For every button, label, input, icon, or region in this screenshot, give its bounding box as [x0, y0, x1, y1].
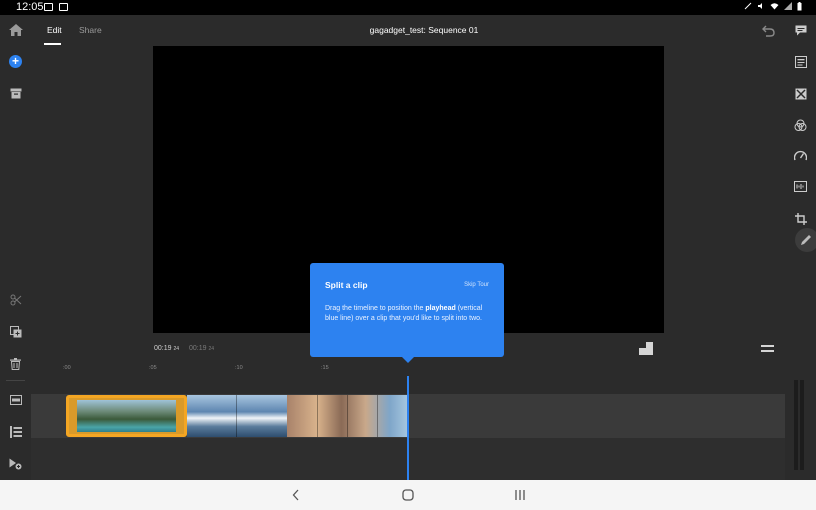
clip-thumbnail — [77, 400, 176, 432]
frame-divider — [236, 395, 237, 437]
wifi-icon — [770, 3, 779, 10]
status-system-icons — [744, 2, 802, 11]
audio-button[interactable] — [792, 178, 809, 195]
duration-time: 00:19 24 — [189, 345, 215, 352]
image-icon — [59, 3, 68, 11]
comment-icon — [795, 25, 806, 36]
playhead[interactable] — [407, 376, 409, 480]
frame-divider — [347, 395, 348, 437]
tour-tooltip: Split a clip Skip Tour Drag the timeline… — [310, 263, 504, 357]
titles-button[interactable] — [792, 53, 809, 70]
top-bar: Edit Share gagadget_test: Sequence 01 — [0, 15, 816, 46]
tick-label: :00 — [63, 365, 71, 371]
nfc-icon — [744, 2, 752, 10]
signal-icon — [784, 2, 792, 10]
audio-level-meter — [794, 380, 804, 470]
crop-icon — [794, 212, 807, 225]
audio-icon — [794, 181, 807, 192]
battery-icon — [797, 2, 802, 11]
recents-button[interactable] — [513, 488, 527, 502]
timeline-ruler[interactable]: :00 :05 :10 :15 — [31, 362, 785, 376]
color-button[interactable] — [792, 117, 809, 134]
speed-icon — [794, 150, 807, 161]
status-bar: 12:05 — [0, 0, 816, 15]
tooltip-body: Drag the timeline to position the playhe… — [325, 305, 483, 322]
track-icon — [9, 394, 22, 405]
archive-icon — [10, 88, 21, 99]
tick-label: :15 — [321, 365, 329, 371]
pencil-icon — [801, 235, 811, 245]
status-time: 12:05 — [16, 1, 44, 13]
titles-icon — [794, 55, 807, 68]
trash-icon — [10, 357, 21, 370]
back-button[interactable] — [289, 488, 303, 502]
color-icon — [794, 119, 807, 131]
split-button[interactable] — [7, 291, 24, 308]
add-media-button[interactable]: + — [7, 53, 24, 70]
recents-icon — [515, 490, 525, 500]
right-toolbar — [785, 15, 816, 480]
tooltip-title: Split a clip — [325, 280, 368, 290]
list-button[interactable] — [7, 423, 24, 440]
skip-tour-link[interactable]: Skip Tour — [464, 282, 489, 288]
toolbar-divider — [6, 380, 25, 381]
mail-icon — [44, 3, 53, 11]
timeline-menu-icon[interactable] — [761, 345, 774, 353]
crop-button[interactable] — [792, 210, 809, 227]
transitions-icon — [795, 88, 806, 99]
transitions-button[interactable] — [792, 85, 809, 102]
speed-button[interactable] — [792, 147, 809, 164]
home-nav-icon — [402, 489, 414, 501]
status-notification-icons — [44, 3, 68, 11]
track-button[interactable] — [7, 391, 24, 408]
system-nav-bar — [0, 480, 816, 510]
add-icon: + — [9, 55, 22, 68]
feedback-button[interactable] — [792, 22, 809, 39]
add-to-timeline-button[interactable] — [7, 455, 24, 472]
draw-button[interactable] — [795, 228, 816, 252]
scissors-icon — [10, 294, 21, 305]
timeline-clip[interactable] — [287, 395, 408, 437]
sequence-title: gagadget_test: Sequence 01 — [369, 25, 479, 35]
timeline-clip-selected[interactable] — [66, 395, 187, 437]
home-nav-button[interactable] — [401, 488, 415, 502]
tick-label: :10 — [235, 365, 243, 371]
archive-button[interactable] — [7, 85, 24, 102]
duplicate-button[interactable] — [7, 323, 24, 340]
timeline-clip[interactable] — [187, 395, 287, 437]
delete-button[interactable] — [7, 355, 24, 372]
frame-divider — [377, 395, 378, 437]
list-icon — [9, 425, 22, 438]
mute-icon — [758, 3, 762, 9]
active-tab-indicator — [44, 43, 61, 45]
duplicate-icon — [9, 325, 21, 337]
tooltip-pointer — [401, 356, 415, 363]
frame-divider — [317, 395, 318, 437]
undo-icon[interactable] — [760, 24, 776, 38]
add-media-icon — [9, 458, 22, 469]
app-root: 12:05 Edit Share gagadget_test: Sequence… — [0, 0, 816, 510]
back-icon — [292, 489, 299, 501]
left-toolbar: + — [0, 46, 31, 480]
aspect-ratio-icon[interactable] — [639, 342, 653, 355]
tick-label: :05 — [149, 365, 157, 371]
current-time: 00:19 24 — [154, 345, 180, 352]
